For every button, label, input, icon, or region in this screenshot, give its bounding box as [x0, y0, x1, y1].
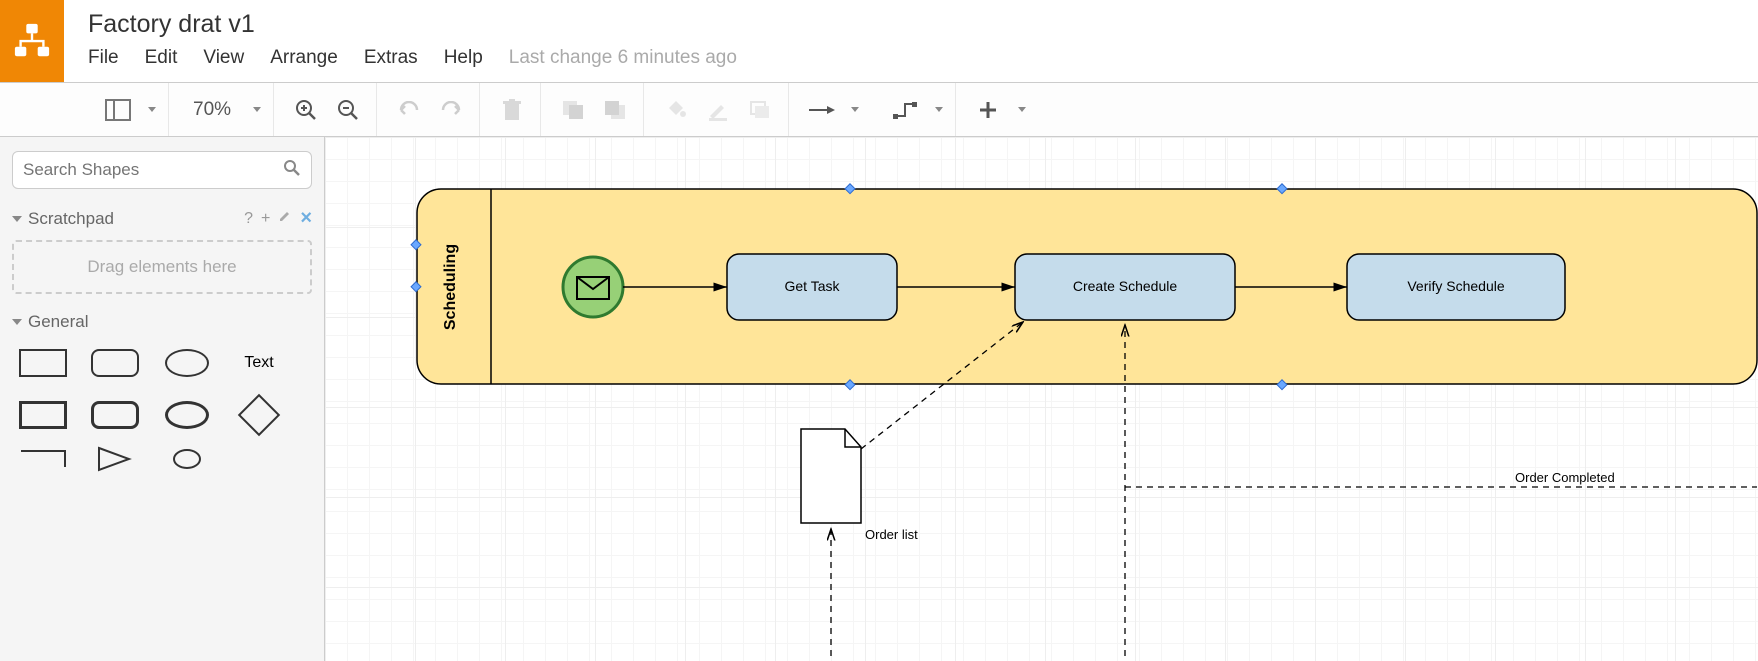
shape-triangle[interactable] — [88, 442, 142, 476]
add-icon[interactable] — [972, 94, 1004, 126]
task-get-task[interactable]: Get Task — [727, 254, 897, 320]
start-message-event[interactable] — [563, 257, 623, 317]
menu-help[interactable]: Help — [444, 47, 483, 69]
general-section-header[interactable]: General — [12, 312, 312, 332]
task-create-schedule[interactable]: Create Schedule — [1015, 254, 1235, 320]
scratchpad-hint: Drag elements here — [87, 257, 236, 277]
menu-edit[interactable]: Edit — [145, 47, 178, 69]
task-label: Get Task — [785, 278, 841, 294]
menu-file[interactable]: File — [88, 47, 119, 69]
scratchpad-dropzone[interactable]: Drag elements here — [12, 240, 312, 294]
task-label: Create Schedule — [1073, 278, 1178, 294]
menu-extras[interactable]: Extras — [364, 47, 418, 69]
line-color-icon[interactable] — [702, 94, 734, 126]
shape-palette: Text — [12, 346, 312, 432]
chevron-down-icon[interactable] — [148, 107, 156, 112]
scratchpad-label: Scratchpad — [28, 209, 114, 229]
scratchpad-help-icon[interactable]: ? — [244, 210, 253, 228]
search-icon[interactable] — [283, 159, 301, 182]
scratchpad-close-icon[interactable]: × — [300, 207, 312, 230]
zoom-level[interactable]: 70% — [185, 99, 239, 121]
menubar: File Edit View Arrange Extras Help Last … — [88, 39, 1758, 75]
search-shapes-wrap — [12, 151, 312, 189]
shape-diamond[interactable] — [232, 398, 286, 432]
chevron-down-icon[interactable] — [1018, 107, 1026, 112]
app-logo-icon[interactable] — [0, 0, 64, 82]
diagram-svg: Scheduling Get Task Create Schedule — [325, 137, 1758, 661]
annotation-order-completed: Order Completed — [1515, 470, 1615, 485]
sidebar-toggle-icon[interactable] — [102, 94, 134, 126]
app-header: Factory drat v1 File Edit View Arrange E… — [0, 0, 1758, 83]
chevron-down-icon — [12, 216, 22, 222]
to-front-icon[interactable] — [557, 94, 589, 126]
scratchpad-add-icon[interactable]: + — [261, 210, 270, 228]
shape-rounded-rectangle[interactable] — [88, 346, 142, 380]
menu-view[interactable]: View — [203, 47, 244, 69]
scratchpad-section-header[interactable]: Scratchpad ? + × — [12, 207, 312, 230]
fill-color-icon[interactable] — [660, 94, 692, 126]
shape-partial-1[interactable] — [16, 442, 70, 476]
task-label: Verify Schedule — [1407, 278, 1504, 294]
search-shapes-input[interactable] — [23, 160, 283, 180]
chevron-down-icon[interactable] — [935, 107, 943, 112]
connection-icon[interactable] — [805, 94, 837, 126]
shape-rectangle[interactable] — [16, 346, 70, 380]
shadow-icon[interactable] — [744, 94, 776, 126]
data-object-label: Order list — [865, 527, 918, 542]
shape-ellipse-bold[interactable] — [160, 398, 214, 432]
general-label: General — [28, 312, 88, 332]
chevron-down-icon — [12, 319, 22, 325]
menu-arrange[interactable]: Arrange — [270, 47, 338, 69]
zoom-out-icon[interactable] — [332, 94, 364, 126]
diagram-canvas[interactable]: Scheduling Get Task Create Schedule — [325, 137, 1758, 661]
zoom-in-icon[interactable] — [290, 94, 322, 126]
shape-text[interactable]: Text — [232, 346, 286, 380]
undo-icon[interactable] — [393, 94, 425, 126]
redo-icon[interactable] — [435, 94, 467, 126]
document-title[interactable]: Factory drat v1 — [88, 0, 1758, 39]
last-change-status: Last change 6 minutes ago — [509, 47, 737, 69]
data-object-order-list[interactable]: Order list — [801, 429, 918, 542]
toolbar: 70% — [0, 83, 1758, 137]
lane-label: Scheduling — [442, 244, 459, 330]
scratchpad-edit-icon[interactable] — [278, 209, 292, 228]
chevron-down-icon[interactable] — [851, 107, 859, 112]
shape-ellipse[interactable] — [160, 346, 214, 380]
waypoints-icon[interactable] — [889, 94, 921, 126]
shape-rectangle-bold[interactable] — [16, 398, 70, 432]
shapes-sidebar: Scratchpad ? + × Drag elements here Gene… — [0, 137, 325, 661]
delete-icon[interactable] — [496, 94, 528, 126]
task-verify-schedule[interactable]: Verify Schedule — [1347, 254, 1565, 320]
chevron-down-icon[interactable] — [253, 107, 261, 112]
shape-circle-outline[interactable] — [160, 442, 214, 476]
to-back-icon[interactable] — [599, 94, 631, 126]
shape-rounded-rectangle-bold[interactable] — [88, 398, 142, 432]
